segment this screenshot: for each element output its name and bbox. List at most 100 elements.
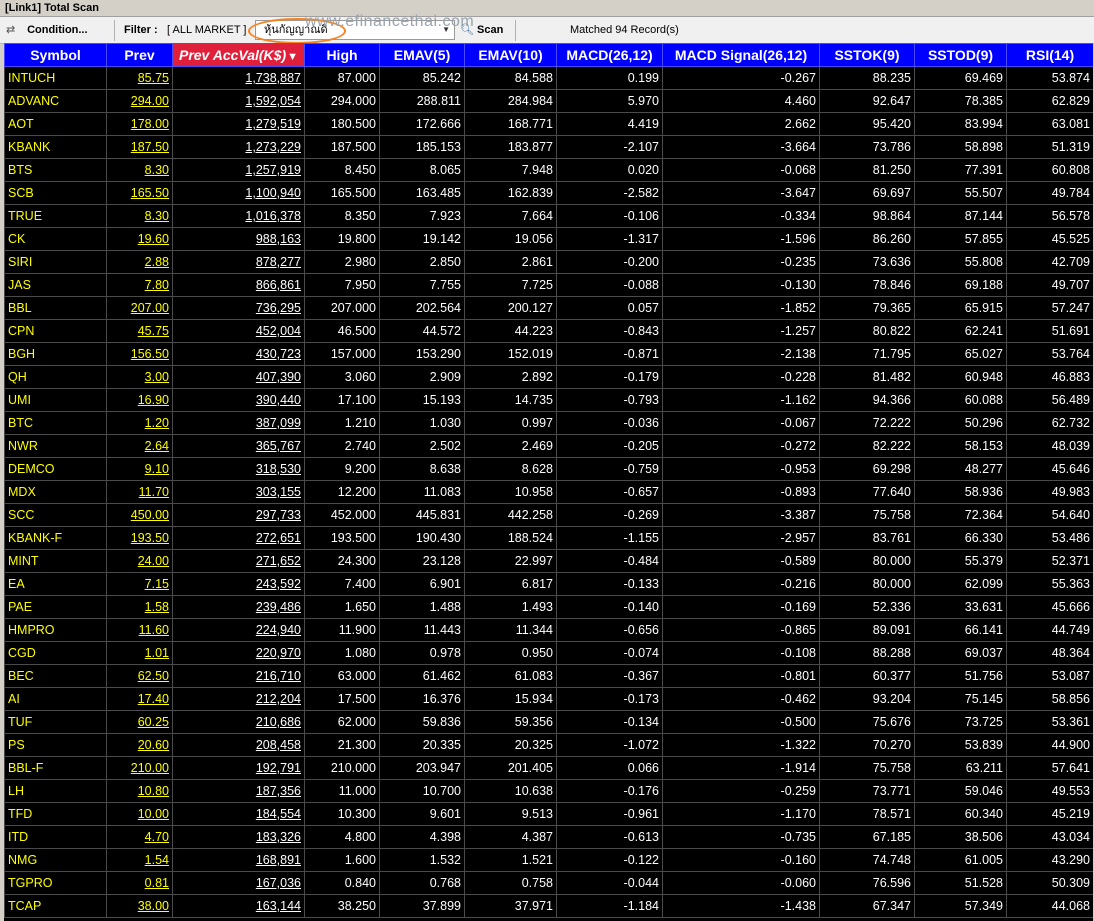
prev-accval-cell[interactable]: 220,970 xyxy=(172,641,305,665)
condition-button[interactable]: ⇄ Condition... xyxy=(6,21,88,39)
prev-accval-cell[interactable]: 1,273,229 xyxy=(172,135,305,159)
table-row[interactable]: JAS 7.80 866,861 7.950 7.755 7.725 -0.088 -0.13… xyxy=(4,273,1093,297)
table-row[interactable]: BTS 8.30 1,257,919 8.450 8.065 7.948 0.020 -0.0… xyxy=(4,158,1093,182)
table-row[interactable]: MDX 11.70 303,155 12.200 11.083 10.958 -0.657-… xyxy=(4,480,1093,504)
prev-accval-cell[interactable]: 208,458 xyxy=(172,733,305,757)
prev-cell[interactable]: 0.81 xyxy=(106,871,173,895)
prev-accval-cell[interactable]: 1,279,519 xyxy=(172,112,305,136)
table-row[interactable]: BBL 207.00 736,295 207.000 202.564 200.127 0.0… xyxy=(4,296,1093,320)
prev-accval-cell[interactable]: 318,530 xyxy=(172,457,305,481)
prev-cell[interactable]: 16.90 xyxy=(106,388,173,412)
prev-cell[interactable]: 1.58 xyxy=(106,595,173,619)
table-row[interactable]: HMPRO 11.60 224,940 11.900 11.443 11.344 -0.65… xyxy=(4,618,1093,642)
prev-cell[interactable]: 11.60 xyxy=(106,618,173,642)
table-row[interactable]: TRUE 8.30 1,016,378 8.350 7.923 7.664 -0.106 -0… xyxy=(4,204,1093,228)
prev-accval-cell[interactable]: 365,767 xyxy=(172,434,305,458)
column-header[interactable]: SSTOD(9) xyxy=(914,43,1007,67)
prev-accval-cell[interactable]: 866,861 xyxy=(172,273,305,297)
prev-accval-cell[interactable]: 167,036 xyxy=(172,871,305,895)
table-row[interactable]: CK 19.60 988,163 19.800 19.142 19.056 -1.317 -1… xyxy=(4,227,1093,251)
prev-accval-cell[interactable]: 168,891 xyxy=(172,848,305,872)
prev-cell[interactable]: 20.60 xyxy=(106,733,173,757)
table-row[interactable]: MINT 24.00 271,652 24.300 23.128 22.997 -0.484… xyxy=(4,549,1093,573)
table-row[interactable]: TCAP 38.00 163,144 38.250 37.899 37.971 -1.184… xyxy=(4,894,1093,918)
table-row[interactable]: LH 10.80 187,356 11.000 10.700 10.638 -0.176 -0… xyxy=(4,779,1093,803)
table-row[interactable]: TUF 60.25 210,686 62.000 59.836 59.356 -0.134-… xyxy=(4,710,1093,734)
table-row[interactable]: KBANK 187.50 1,273,229 187.500 185.153 183.87… xyxy=(4,135,1093,159)
prev-accval-cell[interactable]: 210,686 xyxy=(172,710,305,734)
prev-cell[interactable]: 178.00 xyxy=(106,112,173,136)
table-row[interactable]: BTC 1.20 387,099 1.210 1.030 0.997 -0.036 -0.06… xyxy=(4,411,1093,435)
prev-cell[interactable]: 7.15 xyxy=(106,572,173,596)
column-header[interactable]: MACD Signal(26,12) xyxy=(662,43,820,67)
prev-cell[interactable]: 156.50 xyxy=(106,342,173,366)
prev-accval-cell[interactable]: 390,440 xyxy=(172,388,305,412)
prev-accval-cell[interactable]: 430,723 xyxy=(172,342,305,366)
prev-cell[interactable]: 24.00 xyxy=(106,549,173,573)
prev-accval-cell[interactable]: 878,277 xyxy=(172,250,305,274)
table-row[interactable]: TGPRO 0.81 167,036 0.840 0.768 0.758 -0.044 -0.… xyxy=(4,871,1093,895)
prev-cell[interactable]: 165.50 xyxy=(106,181,173,205)
table-row[interactable]: DEMCO 9.10 318,530 9.200 8.638 8.628 -0.759 -0.… xyxy=(4,457,1093,481)
column-header[interactable]: EMAV(5) xyxy=(379,43,465,67)
prev-accval-cell[interactable]: 988,163 xyxy=(172,227,305,251)
prev-accval-cell[interactable]: 216,710 xyxy=(172,664,305,688)
table-row[interactable]: INTUCH 85.75 1,738,887 87.000 85.242 84.588 0.… xyxy=(4,66,1093,90)
table-row[interactable]: BBL-F 210.00 192,791 210.000 203.947 201.405 0… xyxy=(4,756,1093,780)
prev-cell[interactable]: 11.70 xyxy=(106,480,173,504)
column-header[interactable]: EMAV(10) xyxy=(464,43,557,67)
prev-accval-cell[interactable]: 224,940 xyxy=(172,618,305,642)
prev-accval-cell[interactable]: 303,155 xyxy=(172,480,305,504)
prev-cell[interactable]: 38.00 xyxy=(106,894,173,918)
prev-cell[interactable]: 4.70 xyxy=(106,825,173,849)
prev-cell[interactable]: 19.60 xyxy=(106,227,173,251)
table-row[interactable]: AOT 178.00 1,279,519 180.500 172.666 168.771 4… xyxy=(4,112,1093,136)
prev-accval-cell[interactable]: 1,738,887 xyxy=(172,66,305,90)
table-row[interactable]: ITD 4.70 183,326 4.800 4.398 4.387 -0.613 -0.73… xyxy=(4,825,1093,849)
prev-cell[interactable]: 62.50 xyxy=(106,664,173,688)
table-row[interactable]: NWR 2.64 365,767 2.740 2.502 2.469 -0.205 -0.27… xyxy=(4,434,1093,458)
prev-accval-cell[interactable]: 192,791 xyxy=(172,756,305,780)
table-row[interactable]: KBANK-F 193.50 272,651 193.500 190.430 188.52… xyxy=(4,526,1093,550)
prev-cell[interactable]: 17.40 xyxy=(106,687,173,711)
prev-cell[interactable]: 2.64 xyxy=(106,434,173,458)
prev-cell[interactable]: 450.00 xyxy=(106,503,173,527)
prev-accval-cell[interactable]: 297,733 xyxy=(172,503,305,527)
scan-results-grid[interactable]: Symbol Prev Prev AccVal(K$)▼ High EMAV(5) EMA… xyxy=(4,43,1093,921)
prev-cell[interactable]: 9.10 xyxy=(106,457,173,481)
table-row[interactable]: ADVANC 294.00 1,592,054 294.000 288.811 284.9… xyxy=(4,89,1093,113)
column-header[interactable]: Symbol xyxy=(4,43,107,67)
table-row[interactable]: AI 17.40 212,204 17.500 16.376 15.934 -0.173 -0… xyxy=(4,687,1093,711)
prev-accval-cell[interactable]: 184,554 xyxy=(172,802,305,826)
prev-cell[interactable]: 1.20 xyxy=(106,411,173,435)
scan-button[interactable]: 🔍︎ Scan xyxy=(460,21,503,39)
prev-accval-cell[interactable]: 1,100,940 xyxy=(172,181,305,205)
prev-accval-cell[interactable]: 212,204 xyxy=(172,687,305,711)
column-header[interactable]: Prev AccVal(K$)▼ xyxy=(172,43,305,67)
prev-accval-cell[interactable]: 1,016,378 xyxy=(172,204,305,228)
table-row[interactable]: SCB 165.50 1,100,940 165.500 163.485 162.839-… xyxy=(4,181,1093,205)
prev-cell[interactable]: 8.30 xyxy=(106,158,173,182)
prev-cell[interactable]: 10.80 xyxy=(106,779,173,803)
table-row[interactable]: UMI 16.90 390,440 17.100 15.193 14.735 -0.793-… xyxy=(4,388,1093,412)
filter-market-value[interactable]: [ ALL MARKET ] xyxy=(167,21,246,39)
table-row[interactable]: CPN 45.75 452,004 46.500 44.572 44.223 -0.843-… xyxy=(4,319,1093,343)
prev-accval-cell[interactable]: 387,099 xyxy=(172,411,305,435)
table-row[interactable]: SIRI 2.88 878,277 2.980 2.850 2.861 -0.200 -0.2… xyxy=(4,250,1093,274)
prev-cell[interactable]: 2.88 xyxy=(106,250,173,274)
column-header[interactable]: SSTOK(9) xyxy=(819,43,915,67)
prev-accval-cell[interactable]: 407,390 xyxy=(172,365,305,389)
prev-cell[interactable]: 10.00 xyxy=(106,802,173,826)
prev-cell[interactable]: 210.00 xyxy=(106,756,173,780)
prev-accval-cell[interactable]: 1,257,919 xyxy=(172,158,305,182)
table-row[interactable]: PS 20.60 208,458 21.300 20.335 20.325 -1.072 -1… xyxy=(4,733,1093,757)
prev-cell[interactable]: 294.00 xyxy=(106,89,173,113)
table-row[interactable]: SCC 450.00 297,733 452.000 445.831 442.258 -0.… xyxy=(4,503,1093,527)
prev-accval-cell[interactable]: 243,592 xyxy=(172,572,305,596)
prev-accval-cell[interactable]: 736,295 xyxy=(172,296,305,320)
table-row[interactable]: NMG 1.54 168,891 1.600 1.532 1.521 -0.122 -0.16… xyxy=(4,848,1093,872)
prev-cell[interactable]: 207.00 xyxy=(106,296,173,320)
prev-cell[interactable]: 85.75 xyxy=(106,66,173,90)
table-row[interactable]: PAE 1.58 239,486 1.650 1.488 1.493 -0.140 -0.16… xyxy=(4,595,1093,619)
table-row[interactable]: QH 3.00 407,390 3.060 2.909 2.892 -0.179 -0.228… xyxy=(4,365,1093,389)
